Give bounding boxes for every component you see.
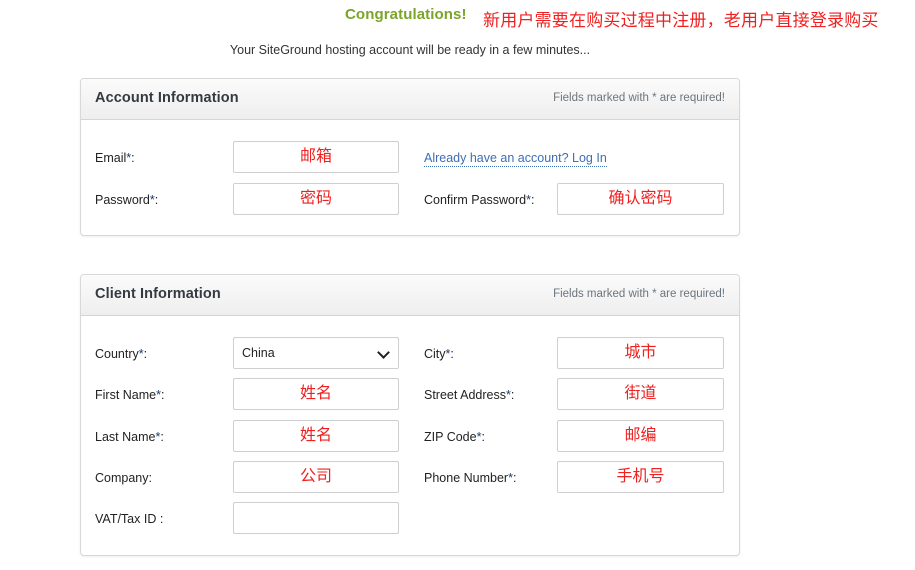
zip-code-field[interactable]: 邮编 [557,420,724,452]
confirm-password-value: 确认密码 [608,190,673,207]
zip-code-value: 邮编 [624,427,657,444]
client-required-note: Fields marked with * are required! [553,288,725,300]
company-field[interactable]: 公司 [233,461,399,493]
email-label: Email*: [95,151,135,165]
last-name-field[interactable]: 姓名 [233,420,399,452]
email-field[interactable]: 邮箱 [233,141,399,173]
city-value: 城市 [624,344,657,361]
street-address-value: 街道 [624,385,657,402]
street-address-field[interactable]: 街道 [557,378,724,410]
phone-number-label: Phone Number*: [424,471,517,485]
country-select[interactable]: China [233,337,399,369]
country-value: China [242,346,275,360]
first-name-label: First Name*: [95,388,165,402]
chinese-annotation-note: 新用户需要在购买过程中注册，老用户直接登录购买 [483,11,879,30]
confirm-password-label: Confirm Password*: [424,193,535,207]
congratulations-heading: Congratulations! [345,6,467,23]
zip-code-label: ZIP Code*: [424,430,485,444]
last-name-label: Last Name*: [95,430,164,444]
first-name-field[interactable]: 姓名 [233,378,399,410]
account-required-note: Fields marked with * are required! [553,92,725,104]
account-information-panel: Account Information Fields marked with *… [80,78,740,236]
client-information-panel: Client Information Fields marked with * … [80,274,740,556]
company-value: 公司 [299,468,332,485]
vat-tax-id-label: VAT/Tax ID : [95,512,164,526]
country-label: Country*: [95,347,148,361]
city-label: City*: [424,347,454,361]
client-panel-title: Client Information [95,286,221,302]
password-value: 密码 [299,190,332,207]
login-link[interactable]: Already have an account? Log In [424,151,607,167]
vat-tax-id-field[interactable] [233,502,399,534]
city-field[interactable]: 城市 [557,337,724,369]
street-address-label: Street Address*: [424,388,515,402]
client-panel-header: Client Information Fields marked with * … [81,275,739,316]
password-field[interactable]: 密码 [233,183,399,215]
phone-number-value: 手机号 [616,468,665,485]
banner: Congratulations! 新用户需要在购买过程中注册，老用户直接登录购买 [0,6,915,32]
chevron-down-icon [378,347,390,359]
confirm-password-field[interactable]: 确认密码 [557,183,724,215]
phone-number-field[interactable]: 手机号 [557,461,724,493]
company-label: Company: [95,471,152,485]
account-ready-subtitle: Your SiteGround hosting account will be … [229,43,591,57]
account-panel-title: Account Information [95,90,239,106]
signup-page: Congratulations! 新用户需要在购买过程中注册，老用户直接登录购买… [0,0,915,570]
account-panel-header: Account Information Fields marked with *… [81,79,739,120]
email-value: 邮箱 [299,148,332,165]
first-name-value: 姓名 [299,385,332,402]
password-label: Password*: [95,193,159,207]
last-name-value: 姓名 [299,427,332,444]
